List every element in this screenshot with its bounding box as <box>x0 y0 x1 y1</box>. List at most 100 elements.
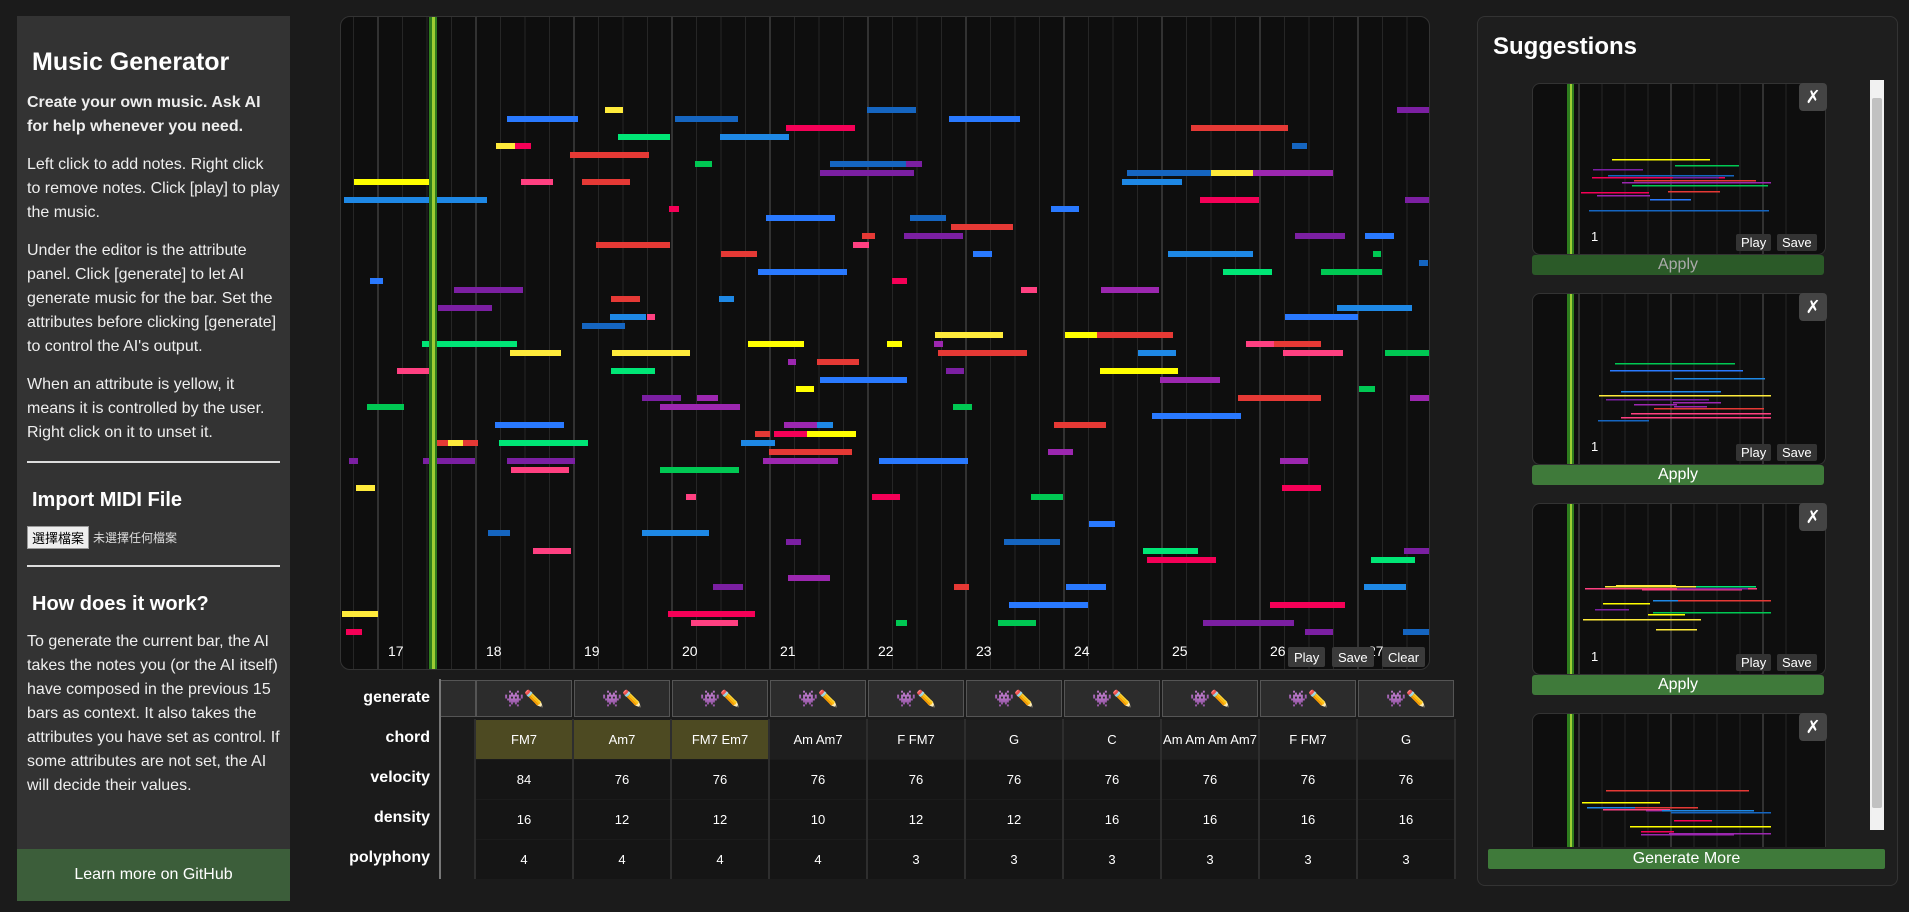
play-button[interactable]: Play <box>1288 647 1326 667</box>
velocity-cell[interactable]: 76 <box>770 760 866 799</box>
mini-note <box>1675 165 1739 167</box>
bar-number: 20 <box>682 643 698 659</box>
polyphony-cell[interactable]: 4 <box>476 840 572 879</box>
generate-button[interactable]: 👾✏️ <box>966 680 1062 717</box>
velocity-cell[interactable]: 76 <box>1260 760 1356 799</box>
chord-cell[interactable]: G <box>1358 720 1454 759</box>
note <box>949 116 1020 122</box>
chord-cell[interactable]: FM7 Em7 <box>672 720 768 759</box>
note <box>786 539 801 545</box>
mini-note <box>1595 609 1629 611</box>
save-button[interactable]: Save <box>1332 647 1374 667</box>
divider <box>27 565 280 567</box>
piano-roll-canvas[interactable] <box>341 17 1429 669</box>
note <box>786 125 855 131</box>
chord-cell[interactable]: F FM7 <box>1260 720 1356 759</box>
github-link[interactable]: Learn more on GitHub <box>17 849 290 901</box>
note <box>611 368 655 374</box>
clear-button[interactable]: Clear <box>1382 647 1426 667</box>
suggestion-close-icon[interactable]: ✗ <box>1799 83 1827 111</box>
density-cell[interactable]: 12 <box>672 800 768 839</box>
polyphony-cell[interactable]: 4 <box>770 840 866 879</box>
suggestions-scrollbar[interactable] <box>1870 80 1884 830</box>
velocity-cell[interactable]: 76 <box>868 760 964 799</box>
suggestion-preview[interactable] <box>1532 713 1826 847</box>
density-cell[interactable]: 12 <box>966 800 1062 839</box>
chord-cell[interactable]: C <box>1064 720 1160 759</box>
density-cell[interactable]: 10 <box>770 800 866 839</box>
polyphony-cell[interactable]: 3 <box>966 840 1062 879</box>
generate-button[interactable]: 👾✏️ <box>868 680 964 717</box>
polyphony-cell[interactable]: 4 <box>574 840 670 879</box>
polyphony-cell[interactable]: 3 <box>1260 840 1356 879</box>
density-cell[interactable]: 16 <box>1064 800 1160 839</box>
suggestion-save-button[interactable]: Save <box>1777 444 1817 461</box>
note <box>448 440 463 446</box>
generate-cell[interactable] <box>440 680 476 717</box>
note <box>1031 494 1063 500</box>
note <box>515 143 531 149</box>
chord-cell[interactable]: G <box>966 720 1062 759</box>
suggestion-apply-button[interactable]: Apply <box>1532 255 1824 275</box>
generate-button[interactable]: 👾✏️ <box>1064 680 1160 717</box>
chord-cell[interactable]: Am7 <box>574 720 670 759</box>
polyphony-cell[interactable]: 3 <box>1358 840 1454 879</box>
polyphony-cell[interactable]: 3 <box>1162 840 1258 879</box>
chord-cell[interactable]: F FM7 <box>868 720 964 759</box>
suggestion-preview[interactable]: 1 Play Save <box>1532 503 1826 675</box>
choose-file-button[interactable]: 選擇檔案 <box>27 526 90 549</box>
suggestion-close-icon[interactable]: ✗ <box>1799 503 1827 531</box>
suggestion-play-button[interactable]: Play <box>1736 444 1772 461</box>
suggestion-play-button[interactable]: Play <box>1736 234 1772 251</box>
velocity-cell[interactable]: 76 <box>966 760 1062 799</box>
mini-note <box>1641 831 1674 833</box>
velocity-cell[interactable]: 76 <box>1358 760 1454 799</box>
note <box>354 179 429 185</box>
generate-button[interactable]: 👾✏️ <box>574 680 670 717</box>
polyphony-cell[interactable]: 3 <box>868 840 964 879</box>
note <box>596 242 670 248</box>
suggestion-apply-button[interactable]: Apply <box>1532 675 1824 695</box>
suggestion-close-icon[interactable]: ✗ <box>1799 293 1827 321</box>
velocity-cell[interactable]: 84 <box>476 760 572 799</box>
suggestion-save-button[interactable]: Save <box>1777 654 1817 671</box>
piano-roll-editor[interactable]: 17 18 19 20 21 22 23 24 25 26 27 Play Save Clear <box>340 16 1430 670</box>
note <box>887 341 902 347</box>
density-cell[interactable]: 12 <box>574 800 670 839</box>
scrollbar-thumb[interactable] <box>1872 98 1882 808</box>
mini-note <box>1603 603 1650 605</box>
note <box>830 161 906 167</box>
generate-button[interactable]: 👾✏️ <box>770 680 866 717</box>
density-cell[interactable]: 16 <box>1260 800 1356 839</box>
suggestion-play-button[interactable]: Play <box>1736 654 1772 671</box>
suggestion-save-button[interactable]: Save <box>1777 234 1817 251</box>
note <box>582 323 625 329</box>
note <box>1122 179 1182 185</box>
note <box>697 395 718 401</box>
chord-cell[interactable]: FM7 <box>476 720 572 759</box>
density-cell[interactable]: 16 <box>1162 800 1258 839</box>
velocity-cell[interactable]: 76 <box>574 760 670 799</box>
suggestion-close-icon[interactable]: ✗ <box>1799 713 1827 741</box>
density-cell[interactable]: 16 <box>476 800 572 839</box>
generate-button[interactable]: 👾✏️ <box>1162 680 1258 717</box>
generate-button[interactable]: 👾✏️ <box>1358 680 1454 717</box>
generate-button[interactable]: 👾✏️ <box>476 680 572 717</box>
suggestion-preview[interactable]: 1 Play Save <box>1532 83 1826 255</box>
suggestion-apply-button[interactable]: Apply <box>1532 465 1824 485</box>
generate-more-button[interactable]: Generate More <box>1488 849 1885 869</box>
generate-button[interactable]: 👾✏️ <box>1260 680 1356 717</box>
density-cell[interactable]: 16 <box>1358 800 1454 839</box>
velocity-cell[interactable]: 76 <box>1162 760 1258 799</box>
how-it-works-text: To generate the current bar, the AI take… <box>27 633 280 794</box>
suggestion-preview[interactable]: 1 Play Save <box>1532 293 1826 465</box>
generate-button[interactable]: 👾✏️ <box>672 680 768 717</box>
velocity-cell[interactable]: 76 <box>1064 760 1160 799</box>
chord-cell[interactable]: Am Am7 <box>770 720 866 759</box>
velocity-cell[interactable]: 76 <box>672 760 768 799</box>
polyphony-cell[interactable]: 4 <box>672 840 768 879</box>
density-cell[interactable]: 12 <box>868 800 964 839</box>
polyphony-cell[interactable]: 3 <box>1064 840 1160 879</box>
note <box>496 143 517 149</box>
chord-cell[interactable]: Am Am Am Am7 <box>1162 720 1258 759</box>
